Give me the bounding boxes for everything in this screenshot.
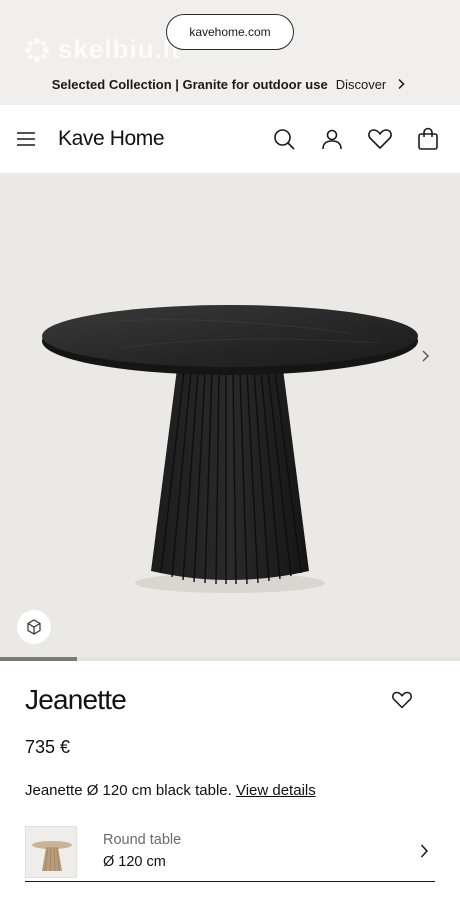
chevron-right-icon[interactable] [394, 77, 408, 91]
product-image [42, 305, 418, 593]
watermark-logo-icon [25, 37, 49, 62]
menu-icon[interactable] [14, 127, 38, 151]
product-title: Jeanette [25, 684, 127, 715]
heart-icon[interactable] [366, 125, 394, 153]
promo-text: Selected Collection | Granite for outdoo… [51, 76, 328, 92]
user-icon[interactable] [318, 125, 346, 153]
gallery-progress [0, 657, 460, 661]
variant-size: Ø 120 cm [103, 854, 166, 870]
brand-logo[interactable]: Kave Home [58, 127, 165, 151]
product-gallery[interactable] [0, 173, 460, 657]
search-icon[interactable] [270, 125, 298, 153]
gallery-progress-fill [0, 657, 77, 661]
variant-type: Round table [103, 832, 182, 848]
url-text: kavehome.com [189, 25, 271, 39]
product-description: Jeanette Ø 120 cm black table. View deta… [25, 782, 316, 799]
promo-discover-link[interactable]: Discover [336, 77, 387, 92]
chevron-right-icon[interactable] [414, 345, 436, 367]
watermark-text: skelbiu.lt [58, 34, 181, 64]
heart-icon[interactable] [389, 687, 415, 713]
chevron-right-icon[interactable] [413, 840, 435, 862]
view-details-link[interactable]: View details [236, 782, 316, 799]
top-banner: skelbiu.lt kavehome.com Selected Collect… [0, 0, 460, 105]
promo-banner[interactable]: Selected Collection | Granite for outdoo… [0, 72, 460, 96]
variant-selector[interactable]: Round table Ø 120 cm [25, 822, 435, 882]
site-header: Kave Home [0, 105, 460, 173]
variant-thumbnail [25, 826, 77, 878]
url-bar[interactable]: kavehome.com [166, 14, 294, 50]
view-3d-icon[interactable] [17, 610, 51, 644]
bag-icon[interactable] [414, 125, 442, 153]
product-price: 735 € [25, 737, 71, 757]
description-text: Jeanette Ø 120 cm black table. [25, 782, 232, 799]
watermark: skelbiu.lt [22, 34, 181, 65]
